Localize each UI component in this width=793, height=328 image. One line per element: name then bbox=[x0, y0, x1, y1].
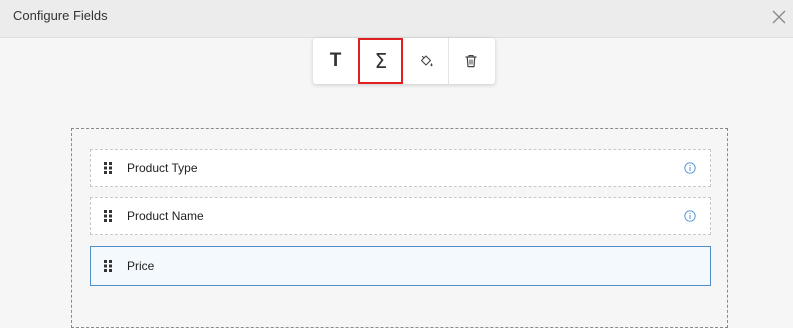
drag-handle-icon[interactable] bbox=[104, 260, 112, 272]
text-tool-button[interactable]: T bbox=[313, 38, 358, 84]
close-icon[interactable] bbox=[770, 8, 788, 26]
sigma-icon: Σ bbox=[374, 49, 388, 73]
info-icon[interactable] bbox=[684, 162, 696, 174]
text-icon: T bbox=[329, 50, 342, 71]
field-label: Product Type bbox=[127, 161, 198, 175]
sum-tool-button[interactable]: Σ bbox=[358, 38, 403, 84]
paint-bucket-icon bbox=[420, 55, 433, 67]
delete-button[interactable] bbox=[448, 38, 493, 84]
field-label: Product Name bbox=[127, 209, 204, 223]
field-product-type[interactable]: Product Type bbox=[90, 149, 711, 187]
field-label: Price bbox=[127, 259, 155, 273]
drag-handle-icon[interactable] bbox=[104, 162, 112, 174]
fill-color-button[interactable] bbox=[403, 38, 448, 84]
field-price[interactable]: Price bbox=[90, 246, 711, 286]
drag-handle-icon[interactable] bbox=[104, 210, 112, 222]
field-toolbar: T Σ bbox=[313, 38, 495, 84]
field-product-name[interactable]: Product Name bbox=[90, 197, 711, 235]
trash-icon bbox=[465, 55, 477, 68]
dialog-title: Configure Fields bbox=[13, 8, 108, 23]
dialog-header: Configure Fields bbox=[0, 0, 793, 38]
info-icon[interactable] bbox=[684, 210, 696, 222]
